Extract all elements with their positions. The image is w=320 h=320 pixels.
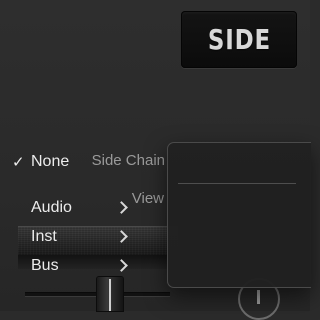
plugin-panel: SIDE Side Chain View ✓ None Audio Inst B… (0, 0, 311, 320)
side-button[interactable]: SIDE (181, 11, 297, 68)
menu-item-label: None (31, 153, 70, 170)
menu-item-label: Inst (31, 228, 57, 245)
menu-item-none[interactable]: ✓ None (0, 149, 143, 175)
side-button-label: SIDE (207, 23, 271, 56)
menu-item-bus[interactable]: Bus (0, 253, 143, 279)
checkmark-icon: ✓ (12, 154, 25, 171)
chevron-right-icon (115, 259, 128, 272)
menu-item-label: Audio (31, 199, 72, 216)
menu-item-label: Bus (31, 257, 59, 274)
chevron-right-icon (115, 201, 128, 214)
chevron-right-icon (115, 230, 128, 243)
knob-pointer (257, 290, 260, 304)
fader-handle-line (109, 279, 111, 311)
menu-item-inst[interactable]: Inst (0, 224, 143, 250)
menu-item-audio[interactable]: Audio (0, 195, 143, 221)
side-chain-dropdown-menu (167, 142, 311, 288)
menu-separator (178, 183, 296, 184)
